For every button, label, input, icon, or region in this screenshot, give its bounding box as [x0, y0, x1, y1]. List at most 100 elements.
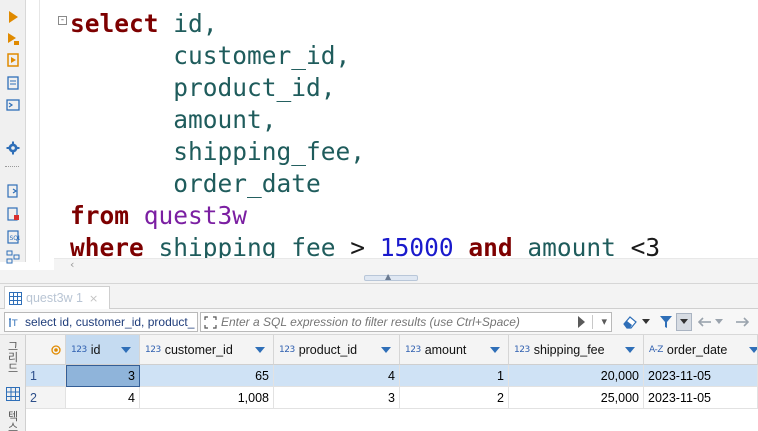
column-filter-dropdown-icon[interactable]: [749, 347, 757, 353]
cell-id[interactable]: 4: [66, 387, 140, 409]
active-query-text: select id, customer_id, product_: [25, 315, 195, 329]
column-header-shipping-fee[interactable]: 123 shipping_fee: [509, 335, 644, 365]
close-tab-icon[interactable]: ×: [89, 292, 98, 305]
cell-product-id[interactable]: 3: [274, 387, 400, 409]
sql-keyword: from: [70, 201, 130, 230]
eraser-dropdown-icon[interactable]: [641, 313, 651, 331]
sql-token: order_date: [70, 169, 321, 198]
active-query-box[interactable]: T select id, customer_id, product_: [4, 312, 198, 332]
execute-statement-icon[interactable]: [4, 8, 21, 25]
text-view-tab[interactable]: 텍스트: [5, 411, 21, 431]
code-line[interactable]: customer_id,: [70, 40, 660, 72]
row-number[interactable]: 2: [26, 387, 66, 409]
row-number[interactable]: 1: [26, 365, 66, 387]
tab-quest3w-1[interactable]: quest3w 1 ×: [4, 286, 110, 309]
cell-amount[interactable]: 2: [400, 387, 509, 409]
toolbar-divider: [5, 166, 19, 167]
sql-query-icon: T: [9, 318, 18, 328]
code-line[interactable]: amount,: [70, 104, 660, 136]
table-row[interactable]: 2 4 1,008 3 2 25,000 2023-11-05: [26, 387, 758, 409]
fold-toggle-icon[interactable]: -: [58, 16, 67, 25]
column-filter-dropdown-icon[interactable]: [255, 347, 265, 353]
sql-table-name: quest3w: [143, 201, 248, 230]
code-line[interactable]: product_id,: [70, 72, 660, 104]
column-header-customer-id[interactable]: 123 customer_id: [140, 335, 274, 365]
numeric-type-icon: 123: [145, 344, 161, 355]
column-name: id: [90, 342, 101, 357]
explain-plan-icon[interactable]: [4, 74, 21, 91]
eraser-icon[interactable]: [620, 313, 640, 331]
column-name: customer_id: [164, 342, 233, 357]
code-line[interactable]: shipping_fee,: [70, 136, 660, 168]
sql-editor[interactable]: SQL - select id, customer_id, product_id…: [0, 0, 758, 271]
filter-dropdown-icon[interactable]: [676, 313, 692, 331]
grid-view-tab[interactable]: 그리드: [5, 341, 21, 374]
outline-icon[interactable]: [4, 248, 21, 265]
collapse-arrow-icon: ▲: [385, 272, 392, 281]
sql-keyword: select: [70, 9, 159, 38]
sql-code[interactable]: select id, customer_id, product_id, amou…: [70, 8, 660, 264]
column-header-id[interactable]: 123 id: [66, 335, 140, 365]
column-filter-dropdown-icon[interactable]: [121, 347, 131, 353]
result-grid[interactable]: 123 id 123 customer_id 123 product_id 123 amoun…: [26, 335, 758, 431]
back-dropdown-icon[interactable]: [714, 313, 724, 331]
editor-toolbar: SQL: [0, 0, 26, 265]
column-header-amount[interactable]: 123 amount: [400, 335, 509, 365]
row-marker-icon: [51, 344, 61, 355]
expand-icon[interactable]: [201, 313, 219, 331]
filter-divider: [592, 315, 593, 329]
column-header-product-id[interactable]: 123 product_id: [274, 335, 400, 365]
cell-id[interactable]: 3: [66, 365, 140, 387]
new-script-icon[interactable]: [4, 205, 21, 222]
filter-history-dropdown-icon[interactable]: ▾: [601, 315, 607, 328]
svg-text:SQL: SQL: [9, 235, 20, 242]
export-icon[interactable]: [4, 182, 21, 199]
execute-in-new-tab-icon[interactable]: [4, 30, 21, 47]
column-filter-dropdown-icon[interactable]: [490, 347, 500, 353]
column-header-order-date[interactable]: A-Z order_date: [644, 335, 758, 365]
filter-funnel-icon[interactable]: [657, 313, 675, 331]
code-line[interactable]: from quest3w: [70, 200, 660, 232]
column-name: order_date: [666, 342, 728, 357]
load-script-icon[interactable]: SQL: [4, 228, 21, 245]
sql-token: shipping_fee,: [70, 137, 366, 166]
row-number-header[interactable]: [26, 335, 66, 365]
settings-gear-icon[interactable]: [4, 139, 21, 156]
filter-expression-field[interactable]: ▾: [200, 312, 612, 332]
execute-script-icon[interactable]: [4, 51, 21, 68]
column-filter-dropdown-icon[interactable]: [381, 347, 391, 353]
sql-token: product_id,: [70, 73, 336, 102]
line-gutter: [26, 0, 40, 262]
table-row[interactable]: 1 3 65 4 1 20,000 2023-11-05: [26, 365, 758, 387]
cell-amount[interactable]: 1: [400, 365, 509, 387]
cell-customer-id[interactable]: 65: [140, 365, 274, 387]
grid-view-icon[interactable]: [4, 385, 21, 402]
column-filter-dropdown-icon[interactable]: [625, 347, 635, 353]
cell-product-id[interactable]: 4: [274, 365, 400, 387]
editor-horizontal-scrollbar[interactable]: ‹: [54, 258, 758, 271]
grid-view-switcher: 그리드 텍스트: [0, 335, 26, 431]
numeric-type-icon: 123: [279, 344, 295, 355]
numeric-type-icon: 123: [405, 344, 421, 355]
panel-splitter[interactable]: ▲: [0, 270, 758, 284]
splitter-handle[interactable]: ▲: [364, 272, 418, 281]
back-arrow-icon[interactable]: [697, 313, 713, 331]
column-name: shipping_fee: [533, 342, 605, 357]
code-line[interactable]: order_date: [70, 168, 660, 200]
numeric-type-icon: 123: [71, 344, 87, 355]
forward-arrow-icon[interactable]: [734, 313, 750, 331]
cell-customer-id[interactable]: 1,008: [140, 387, 274, 409]
cell-order-date[interactable]: 2023-11-05: [644, 365, 758, 387]
cell-shipping-fee[interactable]: 25,000: [509, 387, 644, 409]
svg-text:T: T: [11, 319, 18, 328]
cell-order-date[interactable]: 2023-11-05: [644, 387, 758, 409]
terminal-icon[interactable]: [4, 96, 21, 113]
sql-token: customer_id,: [70, 41, 351, 70]
apply-filter-icon[interactable]: [578, 316, 585, 328]
text-type-icon: A-Z: [649, 344, 663, 355]
filter-input[interactable]: [219, 313, 559, 331]
sql-token: id,: [158, 9, 218, 38]
code-line[interactable]: select id,: [70, 8, 660, 40]
cell-shipping-fee[interactable]: 20,000: [509, 365, 644, 387]
